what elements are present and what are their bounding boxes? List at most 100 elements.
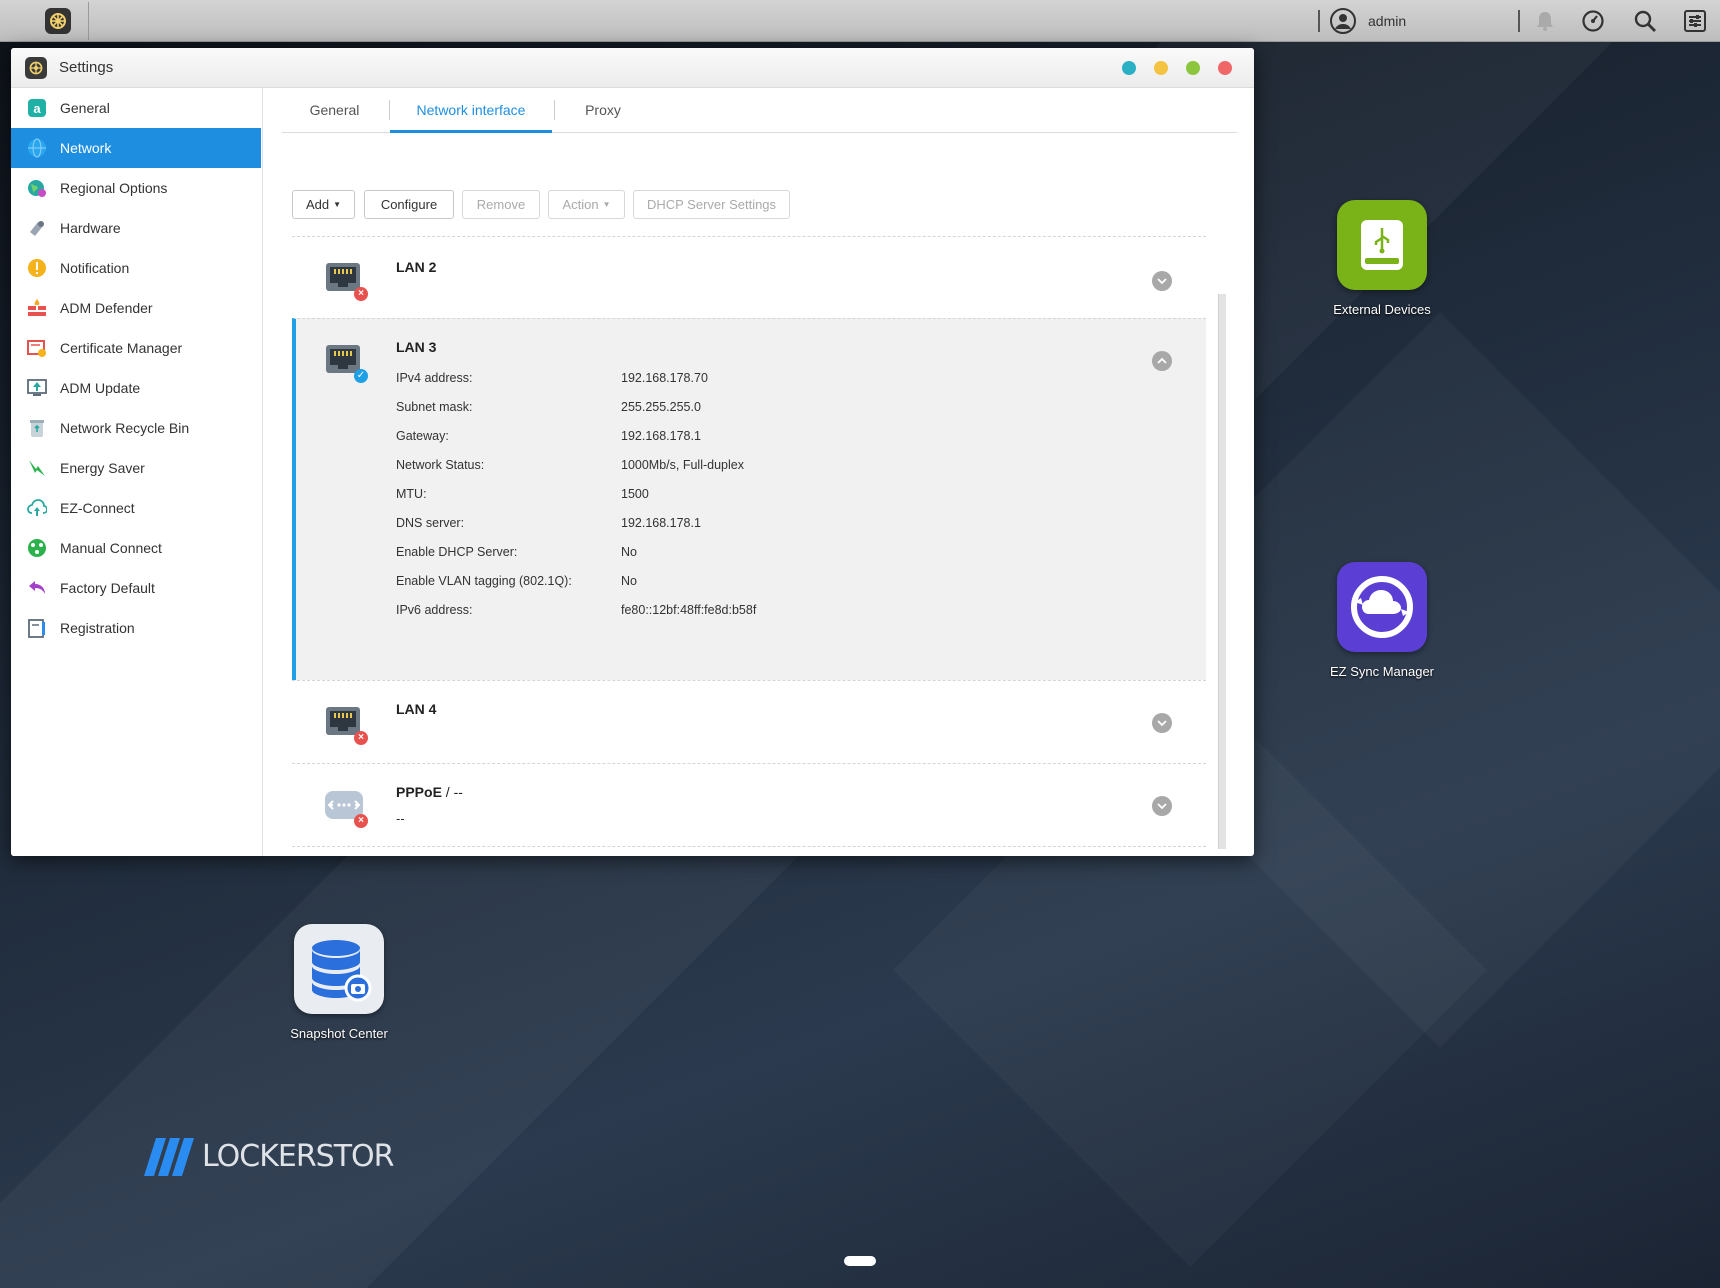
- window-title: Settings: [59, 59, 114, 76]
- ez-sync-manager-shortcut[interactable]: EZ Sync Manager: [1312, 562, 1452, 679]
- interface-name: LAN 3: [396, 339, 437, 355]
- general-icon: a: [28, 99, 46, 117]
- factory-default-icon: [29, 581, 45, 594]
- sidebar-item-regional-options[interactable]: Regional Options: [11, 168, 261, 208]
- chevron-down-icon: ▼: [602, 200, 611, 209]
- snapshot-center-shortcut[interactable]: Snapshot Center: [269, 924, 409, 1041]
- ez-connect-icon: [27, 499, 47, 516]
- interface-lan4[interactable]: LAN 4 ×: [292, 680, 1206, 763]
- sidebar-item-manual-connect[interactable]: Manual Connect: [11, 528, 261, 568]
- user-icon: [1330, 8, 1356, 34]
- settings-app-icon: [45, 8, 71, 34]
- ethernet-port-icon: ✓: [324, 341, 368, 383]
- remove-button[interactable]: Remove: [462, 190, 540, 219]
- configure-button[interactable]: Configure: [364, 190, 454, 219]
- control-panel-icon[interactable]: [1682, 8, 1708, 34]
- notification-bell-icon[interactable]: [1532, 8, 1558, 34]
- chevron-down-icon: [1157, 803, 1167, 810]
- pppoe-status-value: --: [396, 811, 405, 826]
- connected-status-icon: ✓: [354, 369, 368, 383]
- top-bar: admin: [0, 0, 1720, 42]
- sidebar-item-energy-saver[interactable]: Energy Saver: [11, 448, 261, 488]
- hardware-icon: [30, 221, 44, 236]
- sidebar-item-network-recycle-bin[interactable]: Network Recycle Bin: [11, 408, 261, 448]
- network-icon: [28, 138, 46, 158]
- snapshot-center-label: Snapshot Center: [290, 1026, 388, 1041]
- settings-sidebar: a General Network Regional Options Hardw…: [11, 88, 263, 856]
- chevron-down-icon: ▼: [333, 200, 342, 209]
- regional-options-icon: [28, 180, 46, 197]
- ez-sync-manager-label: EZ Sync Manager: [1329, 664, 1435, 679]
- sidebar-item-network[interactable]: Network: [11, 128, 261, 168]
- tab-network-interface[interactable]: Network interface: [390, 102, 552, 133]
- external-devices-shortcut[interactable]: External Devices: [1312, 200, 1452, 317]
- sidebar-item-general[interactable]: a General: [11, 88, 261, 128]
- lockerstor-logo: LOCKERSTOR: [134, 1136, 395, 1176]
- manual-connect-icon: [28, 539, 46, 557]
- expand-toggle-button[interactable]: [1152, 271, 1172, 291]
- sidebar-item-certificate-manager[interactable]: Certificate Manager: [11, 328, 261, 368]
- svg-text:a: a: [33, 101, 41, 116]
- sidebar-item-hardware[interactable]: Hardware: [11, 208, 261, 248]
- tab-proxy[interactable]: Proxy: [556, 102, 650, 133]
- window-maximize-button[interactable]: [1186, 61, 1200, 75]
- settings-window: Settings a General Network Regional Opti…: [11, 48, 1254, 856]
- sidebar-item-registration[interactable]: Registration: [11, 608, 261, 648]
- tab-separator: [554, 100, 555, 120]
- chevron-up-icon: [1157, 357, 1167, 364]
- adm-defender-icon: [28, 299, 46, 316]
- chevron-down-icon: [1157, 720, 1167, 727]
- brand-stripes-icon: [144, 1138, 194, 1176]
- database-snapshot-icon: [312, 940, 372, 1002]
- sidebar-item-notification[interactable]: Notification: [11, 248, 261, 288]
- user-name: admin: [1368, 13, 1407, 29]
- cloud-sync-icon: [1351, 576, 1413, 638]
- sidebar-item-adm-update[interactable]: ADM Update: [11, 368, 261, 408]
- chevron-down-icon: [1157, 278, 1167, 285]
- tab-bar: General Network interface Proxy: [282, 88, 1237, 133]
- interface-list: LAN 2 × LAN 3 ✓ IPv4 address: 192.168.17…: [292, 232, 1238, 852]
- window-close-button[interactable]: [1218, 61, 1232, 75]
- settings-app-icon: [25, 57, 47, 79]
- interface-pppoe[interactable]: PPPoE / -- -- ×: [292, 763, 1206, 847]
- pppoe-connection-icon: ×: [324, 786, 368, 828]
- logo-wordmark: LOCKERSTOR: [202, 1138, 395, 1174]
- ez-sync-manager-tile: [1337, 562, 1427, 652]
- adm-update-icon: [27, 379, 47, 396]
- tab-general[interactable]: General: [282, 102, 387, 133]
- expand-toggle-button[interactable]: [1152, 713, 1172, 733]
- registration-icon: [28, 619, 45, 638]
- main-panel: General Network interface Proxy Add ▼ Co…: [264, 88, 1254, 856]
- notification-icon: [28, 259, 46, 277]
- scrollbar[interactable]: [1218, 294, 1226, 849]
- expand-toggle-button[interactable]: [1152, 796, 1172, 816]
- network-recycle-bin-icon: [30, 420, 44, 437]
- external-devices-tile: [1337, 200, 1427, 290]
- sidebar-item-adm-defender[interactable]: ADM Defender: [11, 288, 261, 328]
- usb-drive-icon: [1361, 220, 1403, 270]
- action-button[interactable]: Action ▼: [548, 190, 625, 219]
- dhcp-server-settings-button[interactable]: DHCP Server Settings: [633, 190, 790, 219]
- energy-saver-icon: [29, 460, 45, 476]
- sidebar-item-ez-connect[interactable]: EZ-Connect: [11, 488, 261, 528]
- topbar-divider: [1318, 10, 1320, 32]
- interface-name: LAN 4: [396, 701, 437, 717]
- activity-monitor-icon[interactable]: [1580, 8, 1606, 34]
- interface-lan3[interactable]: LAN 3 ✓ IPv4 address: 192.168.178.70 Sub…: [292, 318, 1206, 680]
- home-button[interactable]: [40, 4, 76, 38]
- ethernet-port-icon: ×: [324, 703, 368, 745]
- add-button[interactable]: Add ▼: [292, 190, 355, 219]
- dock-handle[interactable]: [844, 1256, 876, 1266]
- disconnected-status-icon: ×: [354, 814, 368, 828]
- sidebar-item-factory-default[interactable]: Factory Default: [11, 568, 261, 608]
- interface-name: PPPoE / --: [396, 784, 463, 800]
- window-restore-button[interactable]: [1154, 61, 1168, 75]
- window-minimize-button[interactable]: [1122, 61, 1136, 75]
- topbar-divider: [1518, 10, 1520, 32]
- search-icon[interactable]: [1632, 8, 1658, 34]
- window-titlebar[interactable]: Settings: [11, 48, 1254, 88]
- interface-lan2[interactable]: LAN 2 ×: [292, 236, 1206, 318]
- ethernet-port-icon: ×: [324, 259, 368, 301]
- user-menu[interactable]: admin: [1330, 8, 1406, 34]
- collapse-toggle-button[interactable]: [1152, 351, 1172, 371]
